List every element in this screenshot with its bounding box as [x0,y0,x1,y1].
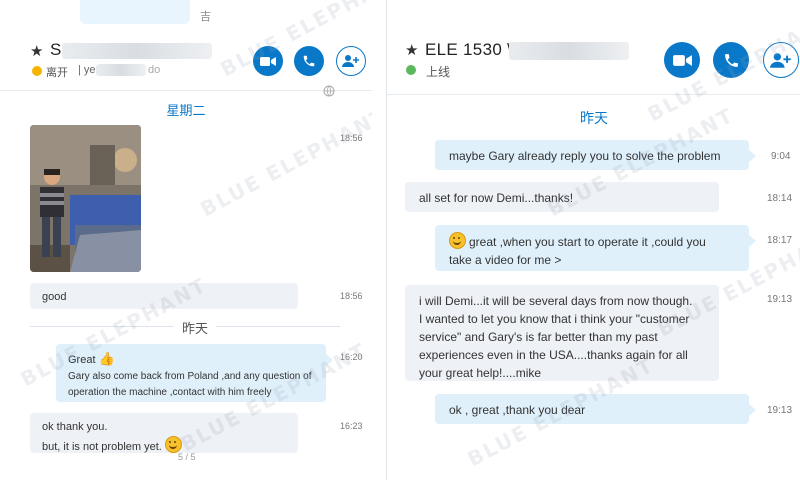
message-line-1: i will Demi...it will be several days fr… [419,294,693,308]
left-chat-header: 吉 ★ S 离开 | ye do [0,0,372,91]
status-suffix: | ye [78,64,96,76]
message-time: 16:20 [340,352,363,362]
photo-content [30,125,141,272]
message-time: 18:56 [340,291,363,301]
message-bubble-incoming[interactable]: i will Demi...it will be several days fr… [405,285,719,381]
audio-call-button[interactable] [294,46,324,76]
shared-photo[interactable] [30,125,141,272]
phone-icon [303,55,315,67]
top-fragment-text: 吉 [200,11,211,23]
page-indicator-fragment: 5 / 5 [178,452,196,462]
message-time: 19:13 [767,405,793,416]
watermark: BLUE ELEPHANT [196,102,373,222]
message-text: all set for now Demi...thanks! [419,191,574,205]
video-call-button[interactable] [664,42,700,78]
message-text: good [42,291,67,303]
grin-emoji-icon [164,436,182,453]
day-separator-tuesday: 星期二 [166,103,206,118]
message-bubble-outgoing[interactable]: Great 👍 Gary also come back from Poland ,… [56,344,333,402]
message-time: 19:13 [767,294,793,305]
phone-icon [724,53,738,67]
video-camera-icon [672,54,692,66]
online-status-icon [406,65,416,75]
message-bubble-incoming[interactable]: ok thank you. but, it is not problem yet… [30,413,298,453]
message-bubble-outgoing[interactable]: ok , great ,thank you dear [435,394,756,424]
status-text: 离开 [46,67,68,79]
contact-name: ELE 1530 \ [425,40,513,59]
redacted-status [96,64,146,76]
message-time: 9:04 [771,151,791,162]
message-time: 16:23 [340,421,363,431]
right-chat-panel: ★ ELE 1530 \ 上线 昨天 maybe Gary already re… [386,0,800,480]
message-time: 18:14 [767,193,793,204]
message-title: Great [68,354,96,366]
favorite-star-icon[interactable]: ★ [30,42,43,60]
message-bubble-outgoing[interactable]: great ,when you start to operate it ,cou… [435,225,756,271]
left-chat-panel: 吉 ★ S 离开 | ye do 星期二 18:56 good 18:56 昨天… [0,0,373,480]
smile-emoji-icon [449,232,466,249]
message-line-1: ok thank you. [42,421,108,433]
redacted-name [62,43,212,59]
message-text: Gary also come back from Poland ,and any… [68,371,312,398]
message-bubble-incoming[interactable]: good [30,283,298,309]
add-participant-button[interactable] [336,46,366,76]
day-separator-yesterday: 昨天 [580,110,608,126]
previous-message-fragment [80,0,190,24]
video-camera-icon [260,56,276,66]
thumbs-up-icon: 👍 [98,351,115,366]
message-bubble-outgoing[interactable]: maybe Gary already reply you to solve th… [435,140,756,170]
add-person-icon [342,55,359,67]
away-status-icon [32,66,42,76]
message-text: ok , great ,thank you dear [449,403,586,417]
contact-name: S [50,40,62,59]
message-time: 18:56 [340,133,363,143]
status-text: 上线 [426,65,451,79]
day-separator-yesterday: 昨天 [174,318,217,337]
status-tail: do [148,64,161,76]
message-line-3: service" and Gary's is far better than m… [419,330,658,344]
audio-call-button[interactable] [713,42,749,78]
message-line-2: take a video for me > [449,253,562,267]
favorite-star-icon[interactable]: ★ [405,41,418,59]
message-bubble-incoming[interactable]: all set for now Demi...thanks! [405,182,719,212]
video-call-button[interactable] [253,46,283,76]
panel-gap [372,0,386,480]
message-line-5: your great help!....mike [419,366,542,380]
message-line-4: experiences even in the USA....thanks ag… [419,348,688,362]
message-time: 18:17 [767,235,793,246]
redacted-name [509,42,629,60]
add-participant-button[interactable] [763,42,799,78]
right-chat-header: ★ ELE 1530 \ 上线 [387,0,800,95]
message-line-1: great ,when you start to operate it ,cou… [469,235,706,249]
message-text: maybe Gary already reply you to solve th… [449,149,721,163]
message-line-2: I wanted to let you know that i think yo… [419,312,690,326]
add-person-icon [770,52,791,68]
message-line-2: but, it is not problem yet. [42,441,162,453]
